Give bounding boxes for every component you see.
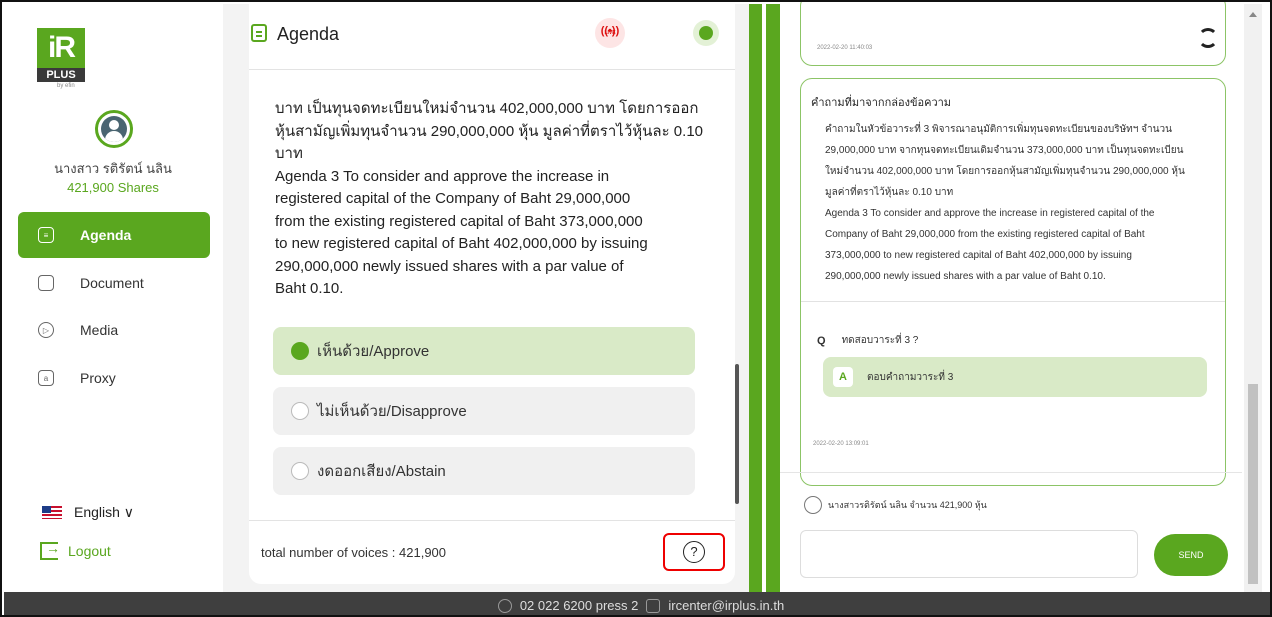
user-shares: 421,900 Shares [67,180,159,195]
question-row: Q ทดสอบวาระที่ 3 ? [817,333,918,348]
us-flag-icon [42,506,62,519]
agenda-panel: Agenda ((•)) LIVE บาท เป็นทุนจดทะเบียนใหม… [223,4,749,592]
timestamp: 2022-02-20 11:40:03 [817,45,873,51]
proxy-icon: a [38,370,54,386]
timestamp: 2022-02-20 13:09:01 [813,441,869,447]
sidebar-item-label: Document [80,275,144,291]
question-label: Q [817,334,826,347]
answer-bubble: A ตอบคำถามวาระที่ 3 [823,357,1207,397]
user-name: นางสาว รติรัตน์ นลิน [54,161,172,176]
question-button[interactable]: ? [663,533,725,571]
answer-label: A [833,367,853,387]
agenda-header: Agenda ((•)) LIVE [249,4,735,70]
footer-email[interactable]: ircenter@irplus.in.th [668,598,784,613]
chat-bubble-icon[interactable] [693,20,719,46]
vote-option-label: เห็นด้วย/Approve [317,343,430,360]
panel-divider [766,4,780,592]
agenda-icon [251,24,267,42]
logout-icon [40,540,60,560]
sender-info: นางสาวรติรัตน์ นลิน จำนวน 421,900 หุ้น [804,496,987,514]
agenda-footer: total number of voices : 421,900 ? [249,520,735,584]
sidebar-item-label: Agenda [80,227,132,243]
total-voices: total number of voices : 421,900 [261,545,447,560]
divider [801,301,1225,302]
refresh-icon[interactable] [1198,28,1218,48]
sender-text: นางสาวรติรัตน์ นลิน จำนวน 421,900 หุ้น [828,500,987,510]
radio-empty-icon [291,402,309,420]
app-window: iR PLUS by efin นางสาว รติรัตน์ นลิน 421… [0,0,1272,617]
user-icon [804,496,822,514]
agenda-card: Agenda ((•)) LIVE บาท เป็นทุนจดทะเบียนใหม… [249,4,739,584]
chat-panel: 2022-02-20 11:40:03 คำถามที่มาจากกล่องข้… [780,2,1242,592]
scrollbar-thumb[interactable] [1248,384,1258,584]
irplus-logo: iR PLUS by efin [37,28,85,90]
message-input[interactable] [800,530,1138,578]
question-icon: ? [683,541,705,563]
sidebar-item-label: Media [80,322,119,338]
sidebar-item-media[interactable]: ▷ Media [18,307,210,353]
user-icon [101,116,127,142]
vote-option-label: ไม่เห็นด้วย/Disapprove [317,403,467,420]
logout-button[interactable]: Logout [40,540,111,560]
chat-scrollbar[interactable] [1244,4,1262,592]
vote-option-approve[interactable]: เห็นด้วย/Approve [273,327,695,375]
message-card: 2022-02-20 11:40:03 [800,2,1226,66]
radio-checked-icon [291,342,309,360]
logo-by-text: by efin [57,83,75,89]
email-icon [646,598,661,613]
vote-option-abstain[interactable]: งดออกเสียง/Abstain [273,447,695,495]
sidebar-item-agenda[interactable]: ≡ Agenda [18,212,210,258]
page-title: Agenda [277,24,340,44]
phone-icon [497,598,512,613]
question-text: ทดสอบวาระที่ 3 ? [841,335,919,346]
agenda-scrollbar[interactable] [735,364,739,504]
folder-icon [38,275,54,291]
question-source-heading: คำถามที่มาจากกล่องข้อความ [811,97,952,109]
sidebar-item-label: Proxy [80,370,116,386]
agenda-icon: ≡ [38,227,54,243]
message-card: คำถามที่มาจากกล่องข้อความ คำถามในหัวข้อว… [800,78,1226,486]
sidebar-item-document[interactable]: Document [18,260,210,306]
vote-option-label: งดออกเสียง/Abstain [317,463,446,480]
scroll-up-icon[interactable] [1249,12,1257,17]
footer: 02 022 6200 press 2 ircenter@irplus.in.t… [4,592,1270,615]
sidebar-item-proxy[interactable]: a Proxy [18,355,210,401]
panel-divider [749,4,762,592]
radio-empty-icon [291,462,309,480]
live-broadcast-icon[interactable]: ((•)) LIVE [595,18,625,48]
play-icon: ▷ [38,322,54,338]
footer-phone: 02 022 6200 press 2 [519,598,639,613]
answer-text: ตอบคำถามวาระที่ 3 [867,371,954,383]
language-selector[interactable]: English ∨ [42,504,134,521]
quoted-agenda-text: คำถามในหัวข้อวาระที่ 3 พิจารณาอนุมัติการ… [825,124,1185,282]
avatar [95,110,133,148]
vote-option-disapprove[interactable]: ไม่เห็นด้วย/Disapprove [273,387,695,435]
agenda-text: บาท เป็นทุนจดทะเบียนใหม่จำนวน 402,000,00… [275,100,703,297]
sidebar: iR PLUS by efin นางสาว รติรัตน์ นลิน 421… [4,4,222,592]
send-button[interactable]: SEND [1154,534,1228,576]
divider [780,472,1242,473]
language-label: English ∨ [74,504,135,520]
logout-label: Logout [68,543,111,559]
